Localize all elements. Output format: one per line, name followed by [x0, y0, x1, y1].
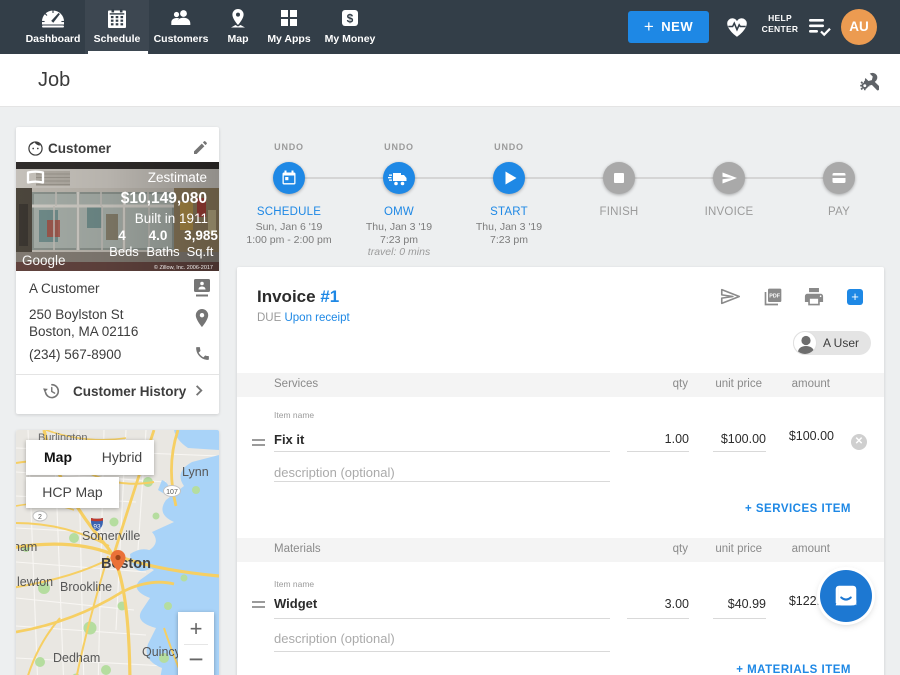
svg-text:© Zillow, Inc. 2006-2017: © Zillow, Inc. 2006-2017	[154, 264, 213, 271]
svg-text:107: 107	[166, 489, 178, 496]
svg-text:2: 2	[38, 514, 42, 521]
svg-text:Quincy: Quincy	[142, 645, 182, 659]
svg-text:Sq.ft: Sq.ft	[187, 244, 214, 259]
svg-text:Somerville: Somerville	[82, 529, 140, 543]
svg-text:3,985: 3,985	[184, 228, 218, 243]
svg-text:$10,149,080: $10,149,080	[121, 190, 207, 207]
svg-text:4.0: 4.0	[149, 228, 168, 243]
svg-text:Zestimate: Zestimate	[148, 170, 207, 185]
svg-text:$: $	[347, 12, 354, 26]
svg-text:93: 93	[93, 524, 101, 531]
svg-text:Built in 1911: Built in 1911	[135, 211, 208, 226]
svg-text:Boston: Boston	[101, 556, 151, 572]
svg-text:PDF: PDF	[769, 294, 781, 300]
svg-text:4: 4	[118, 228, 126, 243]
svg-text:ham: ham	[16, 540, 37, 554]
svg-text:Lynn: Lynn	[182, 465, 209, 479]
svg-text:lewton: lewton	[17, 575, 53, 589]
svg-text:Dedham: Dedham	[53, 651, 100, 665]
svg-text:Beds: Beds	[109, 244, 139, 259]
svg-text:Google: Google	[22, 253, 66, 268]
svg-text:Brookline: Brookline	[60, 580, 112, 594]
svg-text:Baths: Baths	[146, 244, 180, 259]
